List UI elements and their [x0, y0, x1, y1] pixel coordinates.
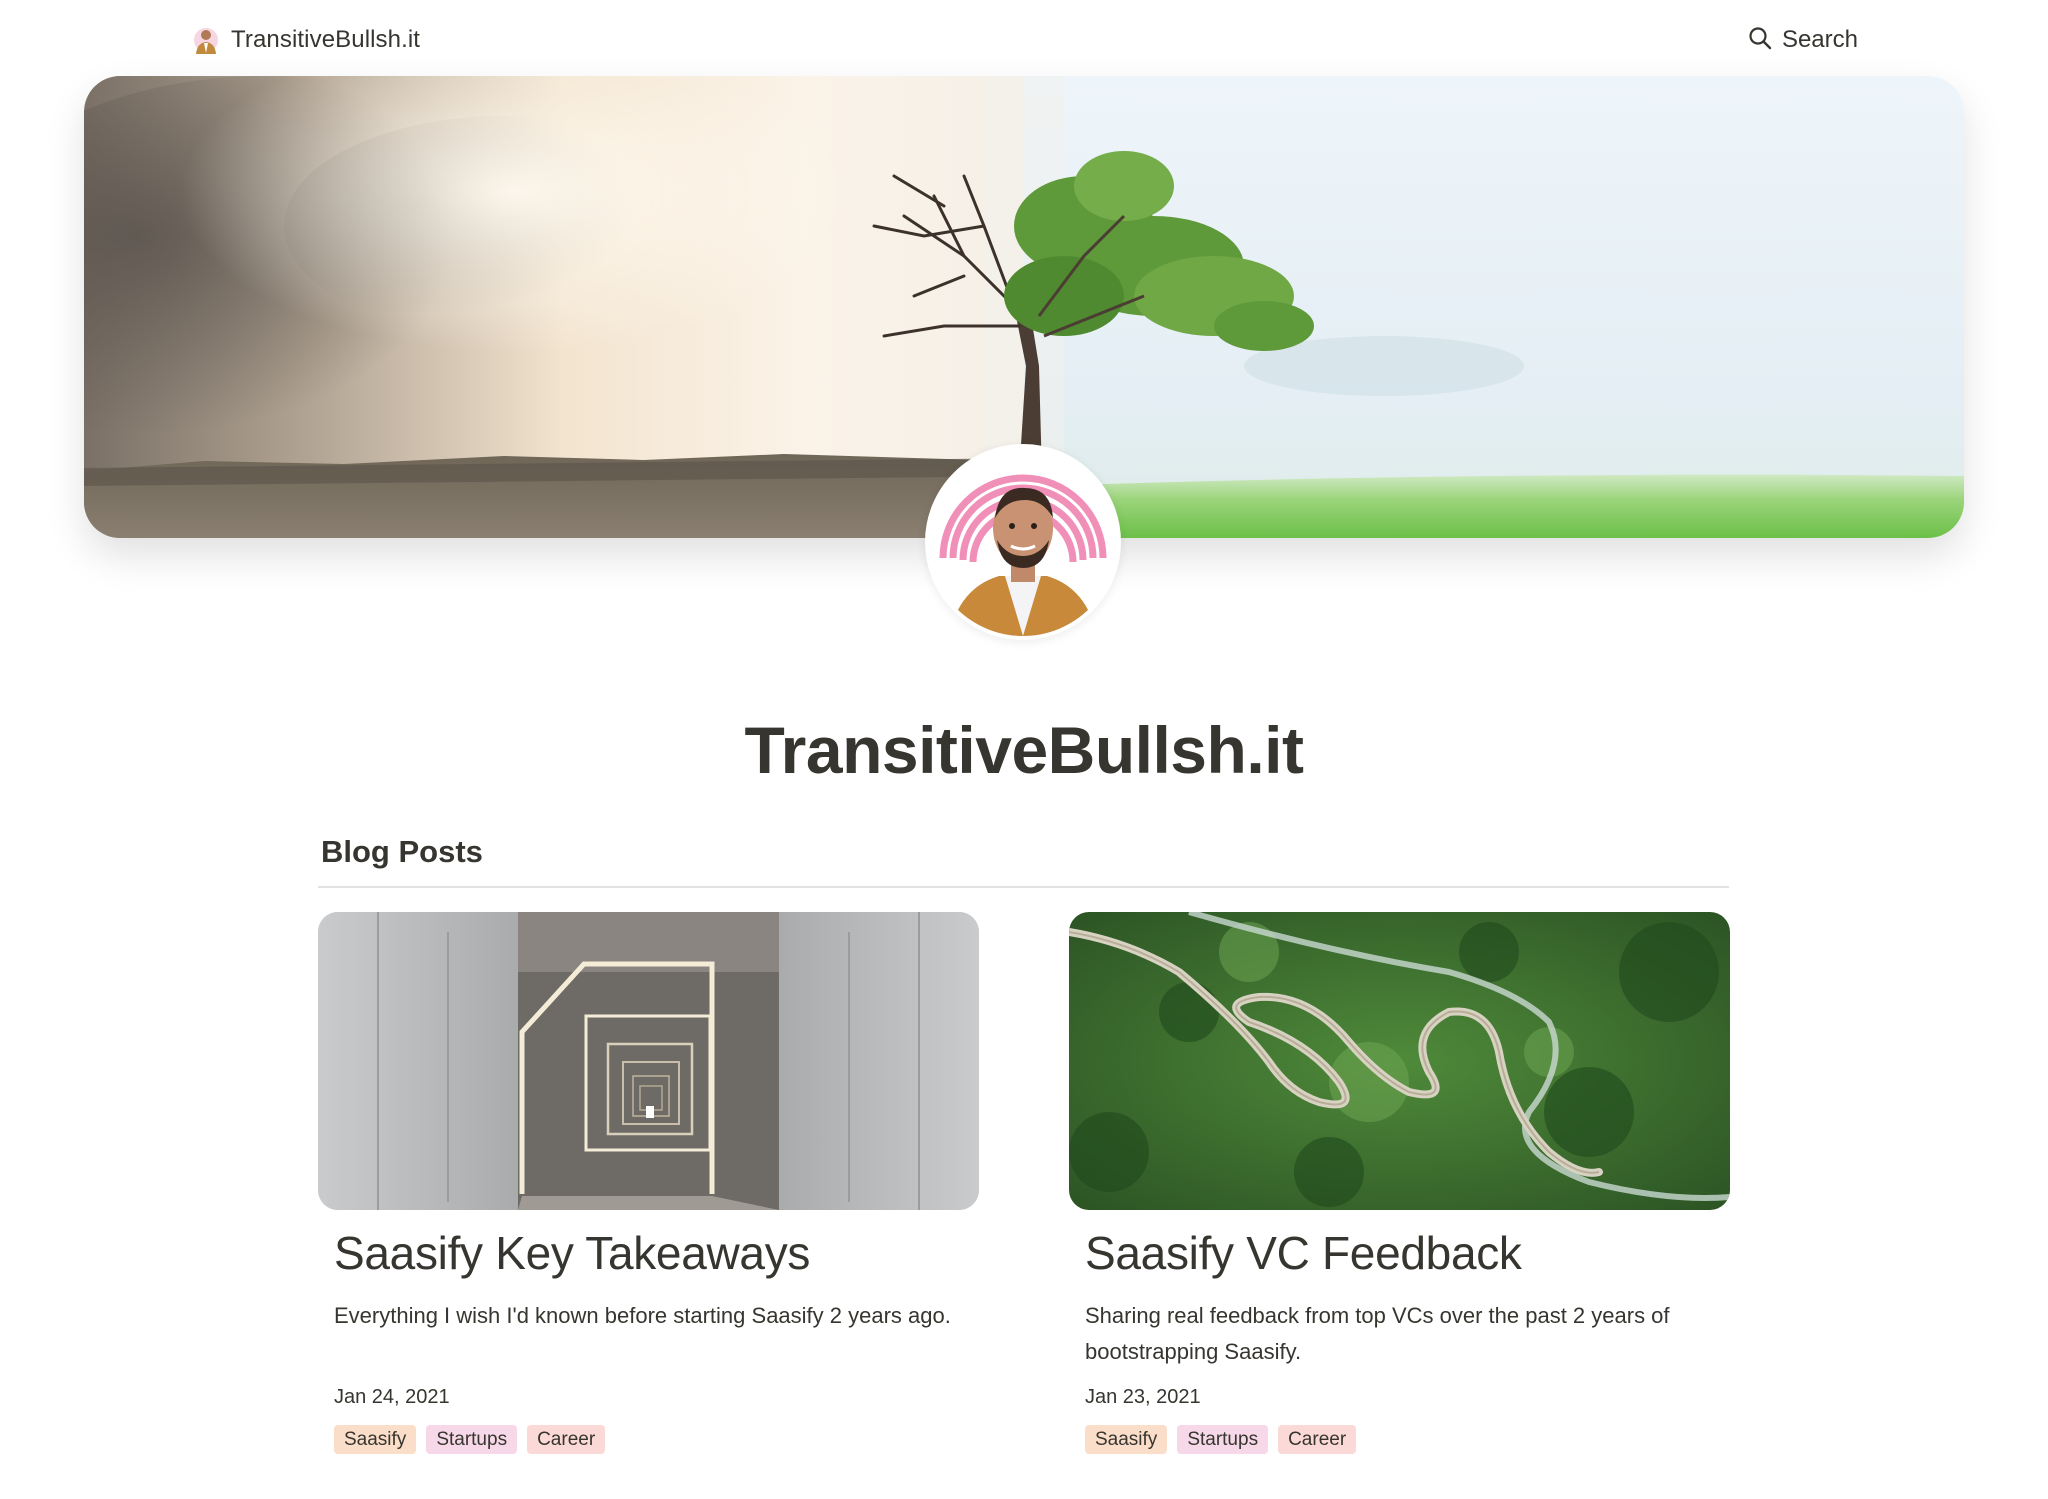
site-brand-link[interactable]: TransitiveBullsh.it — [193, 22, 420, 58]
post-date: Jan 23, 2021 — [1085, 1386, 1201, 1408]
post-tags: Saasify Startups Career — [1085, 1425, 1730, 1454]
section-divider — [318, 886, 1729, 888]
post-tags: Saasify Startups Career — [334, 1425, 979, 1454]
tag[interactable]: Startups — [1177, 1425, 1269, 1454]
blog-post-card[interactable]: Saasify VC Feedback Sharing real feedbac… — [1069, 912, 1730, 1454]
post-description: Sharing real feedback from top VCs over … — [1085, 1303, 1670, 1364]
post-cover-image — [1069, 912, 1730, 1210]
search-button[interactable]: Search — [1748, 22, 1858, 58]
post-title: Saasify Key Takeaways — [334, 1227, 811, 1279]
tag[interactable]: Saasify — [334, 1425, 417, 1454]
page-title: TransitiveBullsh.it — [744, 713, 1304, 787]
blog-post-card[interactable]: Saasify Key Takeaways Everything I wish … — [318, 912, 979, 1454]
avatar-icon — [193, 26, 219, 54]
post-description: Everything I wish I'd known before start… — [334, 1303, 951, 1328]
page: TransitiveBullsh.it Search TransitiveBul… — [0, 0, 2048, 1499]
section-heading: Blog Posts — [321, 834, 483, 869]
search-label: Search — [1781, 26, 1858, 53]
post-title: Saasify VC Feedback — [1085, 1227, 1522, 1279]
search-icon — [1748, 26, 1772, 55]
site-name: TransitiveBullsh.it — [231, 26, 421, 53]
tag[interactable]: Career — [1278, 1425, 1357, 1454]
tag[interactable]: Career — [527, 1425, 606, 1454]
profile-avatar — [925, 444, 1121, 640]
tag[interactable]: Saasify — [1085, 1425, 1168, 1454]
post-date: Jan 24, 2021 — [334, 1386, 450, 1408]
post-cover-image — [318, 912, 979, 1210]
top-nav-bar: TransitiveBullsh.it Search — [0, 0, 2048, 80]
tag[interactable]: Startups — [426, 1425, 518, 1454]
